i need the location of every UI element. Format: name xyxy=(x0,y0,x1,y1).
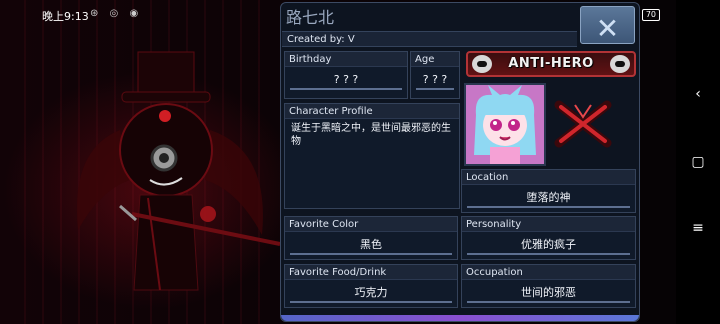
menu-icon[interactable]: ≡ xyxy=(690,220,706,236)
crossed-swords-icon xyxy=(554,100,612,148)
status-time: 晚上9:13 xyxy=(42,10,89,23)
favorite-color-field: Favorite Color 黑色 xyxy=(284,216,458,260)
personality-field: Personality 优雅的疯子 xyxy=(461,216,636,260)
skull-icon xyxy=(610,55,630,73)
personality-value: 优雅的疯子 xyxy=(467,236,630,255)
panel-bottom-bar xyxy=(281,315,639,321)
birthday-field: Birthday ? ? ? xyxy=(284,51,408,99)
favorite-food-field: Favorite Food/Drink 巧克力 xyxy=(284,264,458,308)
birthday-value: ? ? ? xyxy=(290,71,402,90)
home-icon[interactable]: ▢ xyxy=(690,154,706,170)
favorite-food-label: Favorite Food/Drink xyxy=(285,265,457,280)
character-profile-value: 诞生于黑暗之中，是世间最邪恶的生物 xyxy=(291,123,451,147)
favorite-color-label: Favorite Color xyxy=(285,217,457,232)
character-profile-field: Character Profile 诞生于黑暗之中，是世间最邪恶的生物 xyxy=(284,103,460,209)
location-label: Location xyxy=(462,170,635,185)
occupation-value: 世间的邪恶 xyxy=(467,284,630,303)
created-by: Created by: V xyxy=(282,31,577,47)
character-avatar[interactable] xyxy=(464,83,546,166)
location-field: Location 堕落的神 xyxy=(461,169,636,213)
anti-hero-badge: ANTI-HERO xyxy=(466,51,636,77)
status-notification-icons: ⊛ ◎ ◉ xyxy=(90,8,143,19)
skull-icon xyxy=(472,55,492,73)
close-icon: ✕ xyxy=(595,12,620,45)
back-icon[interactable]: ‹ xyxy=(690,86,706,102)
character-profile-label: Character Profile xyxy=(285,104,459,119)
avatar-illustration xyxy=(466,85,544,164)
occupation-label: Occupation xyxy=(462,265,635,280)
badge-label: ANTI-HERO xyxy=(508,56,594,71)
age-field: Age ? ? ? xyxy=(410,51,460,99)
battery-indicator: 70 xyxy=(641,9,660,21)
character-profile-panel: 路七北 ✕ Created by: V Birthday ? ? ? Age ?… xyxy=(280,2,640,322)
favorite-food-value: 巧克力 xyxy=(290,284,452,303)
birthday-label: Birthday xyxy=(285,52,407,67)
character-name: 路七北 xyxy=(286,8,335,27)
location-value: 堕落的神 xyxy=(467,189,630,208)
system-nav-bar: ‹ ▢ ≡ xyxy=(676,0,720,324)
favorite-color-value: 黑色 xyxy=(290,236,452,255)
close-button[interactable]: ✕ xyxy=(580,6,635,45)
age-label: Age xyxy=(411,52,459,67)
occupation-field: Occupation 世间的邪恶 xyxy=(461,264,636,308)
age-value: ? ? ? xyxy=(416,71,454,90)
personality-label: Personality xyxy=(462,217,635,232)
